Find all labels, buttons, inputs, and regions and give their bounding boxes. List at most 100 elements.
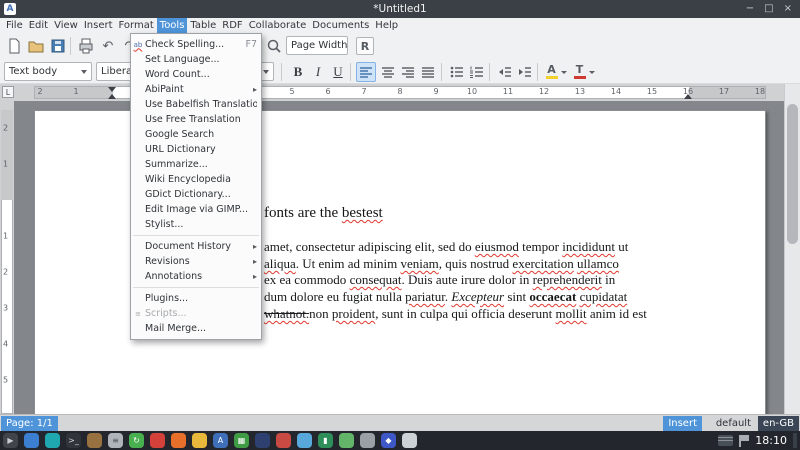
align-justify-icon bbox=[420, 64, 436, 80]
tools-menu-item-document-history[interactable]: Document History▸ bbox=[131, 239, 261, 254]
align-justify-button[interactable] bbox=[418, 62, 438, 82]
tools-menu-item-google-search[interactable]: Google Search bbox=[131, 127, 261, 142]
taskbar-icon-chart-app[interactable]: ▮ bbox=[318, 433, 333, 448]
taskbar-icon-red-app[interactable] bbox=[150, 433, 165, 448]
taskbar-icon-red-circle-app[interactable] bbox=[276, 433, 291, 448]
open-button[interactable] bbox=[26, 36, 46, 56]
vertical-ruler[interactable]: 2112345 bbox=[0, 101, 14, 414]
tools-menu-item-url-dictionary[interactable]: URL Dictionary bbox=[131, 142, 261, 157]
paragraph-style-select[interactable]: Text body bbox=[4, 62, 92, 81]
bold-button[interactable]: B bbox=[288, 62, 308, 82]
taskbar-icon-abiword[interactable]: A bbox=[213, 433, 228, 448]
menubar-item-documents[interactable]: Documents bbox=[309, 18, 372, 33]
bullet-list-button[interactable] bbox=[447, 62, 467, 82]
keyboard-indicator-icon[interactable] bbox=[718, 435, 733, 446]
toolbar-separator bbox=[350, 63, 351, 81]
taskbar-icon-banana-app[interactable] bbox=[192, 433, 207, 448]
system-tray: 18:10 bbox=[718, 433, 797, 448]
print-button[interactable] bbox=[76, 36, 96, 56]
taskbar-icon-light-app[interactable] bbox=[402, 433, 417, 448]
font-color-button[interactable]: T bbox=[571, 62, 597, 82]
taskbar-icon-gnumeric[interactable]: ▦ bbox=[234, 433, 249, 448]
tools-menu-item-wiki-encyclopedia[interactable]: Wiki Encyclopedia bbox=[131, 172, 261, 187]
taskbar-icon-app-menu[interactable]: ▶ bbox=[3, 433, 18, 448]
taskbar-icon-green-app[interactable] bbox=[339, 433, 354, 448]
ruler-number: 5 bbox=[3, 376, 8, 385]
menubar-item-file[interactable]: File bbox=[3, 18, 26, 33]
document-text-line: aliqua. Ut enim ad minim veniam, quis no… bbox=[264, 255, 619, 272]
taskbar-icon-navy-app[interactable] bbox=[255, 433, 270, 448]
left-indent-marker[interactable] bbox=[108, 94, 116, 99]
tools-menu-item-mail-merge[interactable]: Mail Merge... bbox=[131, 321, 261, 336]
undo-button[interactable]: ↶ bbox=[98, 36, 118, 56]
menubar-item-help[interactable]: Help bbox=[372, 18, 401, 33]
taskbar-icon-text-editor[interactable]: ≡ bbox=[108, 433, 123, 448]
menubar-item-view[interactable]: View bbox=[51, 18, 81, 33]
tools-menu-item-use-babelfish-translation[interactable]: Use Babelfish Translation bbox=[131, 97, 261, 112]
menubar-item-collaborate[interactable]: Collaborate bbox=[246, 18, 310, 33]
taskbar-icon-gray-app[interactable] bbox=[360, 433, 375, 448]
insert-mode-indicator[interactable]: Insert bbox=[663, 416, 702, 431]
tools-menu-item-word-count[interactable]: Word Count... bbox=[131, 67, 261, 82]
italic-button[interactable]: I bbox=[308, 62, 328, 82]
tools-menu-item-use-free-translation[interactable]: Use Free Translation bbox=[131, 112, 261, 127]
minimize-button[interactable]: − bbox=[746, 0, 754, 18]
underline-button[interactable]: U bbox=[328, 62, 348, 82]
outdent-button[interactable] bbox=[495, 62, 515, 82]
tools-menu-item-edit-image-via-gimp[interactable]: Edit Image via GIMP... bbox=[131, 202, 261, 217]
tab-selector-button[interactable]: L bbox=[2, 86, 14, 98]
menubar-item-edit[interactable]: Edit bbox=[26, 18, 51, 33]
menubar-item-insert[interactable]: Insert bbox=[81, 18, 116, 33]
taskbar-icon-blue-gem-app[interactable]: ◆ bbox=[381, 433, 396, 448]
tools-menu-item-set-language[interactable]: Set Language... bbox=[131, 52, 261, 67]
tools-menu-item-gdict-dictionary[interactable]: GDict Dictionary... bbox=[131, 187, 261, 202]
numbered-list-icon bbox=[469, 64, 485, 80]
vertical-scrollbar[interactable] bbox=[784, 84, 800, 414]
language-indicator[interactable]: en-GB bbox=[758, 416, 799, 431]
flag-icon[interactable] bbox=[739, 435, 749, 447]
tools-menu-item-annotations[interactable]: Annotations▸ bbox=[131, 269, 261, 284]
save-button[interactable] bbox=[48, 36, 68, 56]
taskbar-icon-terminal[interactable]: >_ bbox=[66, 433, 81, 448]
tools-menu-item-abipaint[interactable]: AbiPaint▸ bbox=[131, 82, 261, 97]
rdf-editor-button[interactable]: R bbox=[356, 37, 374, 55]
menubar-item-table[interactable]: Table bbox=[187, 18, 219, 33]
zoom-select[interactable]: Page Width bbox=[286, 36, 348, 55]
taskbar-icon-sync-app[interactable]: ↻ bbox=[129, 433, 144, 448]
taskbar-icon-teal-app[interactable] bbox=[45, 433, 60, 448]
taskbar-icon-browser[interactable] bbox=[24, 433, 39, 448]
align-right-button[interactable] bbox=[398, 62, 418, 82]
horizontal-ruler[interactable]: 21123456789101112131415161718 L bbox=[0, 84, 784, 101]
first-line-indent-marker[interactable] bbox=[108, 87, 116, 92]
tools-menu-item-summarize[interactable]: Summarize... bbox=[131, 157, 261, 172]
new-document-button[interactable] bbox=[4, 36, 24, 56]
tools-menu-item-revisions[interactable]: Revisions▸ bbox=[131, 254, 261, 269]
align-left-button[interactable] bbox=[356, 62, 376, 82]
menubar-item-rdf[interactable]: RDF bbox=[219, 18, 245, 33]
menubar-item-tools[interactable]: Tools bbox=[157, 18, 188, 33]
tools-menu-item-plugins[interactable]: Plugins... bbox=[131, 291, 261, 306]
tools-menu-item-stylist[interactable]: Stylist... bbox=[131, 217, 261, 232]
scrollbar-thumb[interactable] bbox=[787, 104, 798, 244]
taskbar-icon-firefox[interactable] bbox=[171, 433, 186, 448]
text-run: anim id est bbox=[587, 306, 647, 321]
numbered-list-button[interactable] bbox=[467, 62, 487, 82]
indent-button[interactable] bbox=[515, 62, 535, 82]
style-value: Text body bbox=[9, 66, 57, 77]
maximize-button[interactable]: □ bbox=[764, 0, 773, 18]
zoom-button[interactable] bbox=[264, 36, 284, 56]
text-run: occaecat bbox=[529, 289, 576, 304]
close-button[interactable]: × bbox=[784, 0, 792, 18]
menubar-item-format[interactable]: Format bbox=[116, 18, 157, 33]
panel-handle[interactable] bbox=[793, 433, 797, 448]
taskbar-icon-file-manager[interactable] bbox=[87, 433, 102, 448]
tools-menu-item-check-spelling[interactable]: abCheck Spelling...F7 bbox=[131, 37, 261, 52]
text-run: fonts are the bbox=[264, 205, 342, 221]
right-indent-marker[interactable] bbox=[684, 94, 692, 99]
clock[interactable]: 18:10 bbox=[755, 434, 787, 447]
taskbar-icon-light-blue-app[interactable] bbox=[297, 433, 312, 448]
menu-item-label: URL Dictionary bbox=[145, 144, 257, 155]
highlight-color-button[interactable]: A bbox=[543, 62, 569, 82]
submenu-arrow-icon: ▸ bbox=[253, 257, 257, 266]
align-center-button[interactable] bbox=[378, 62, 398, 82]
